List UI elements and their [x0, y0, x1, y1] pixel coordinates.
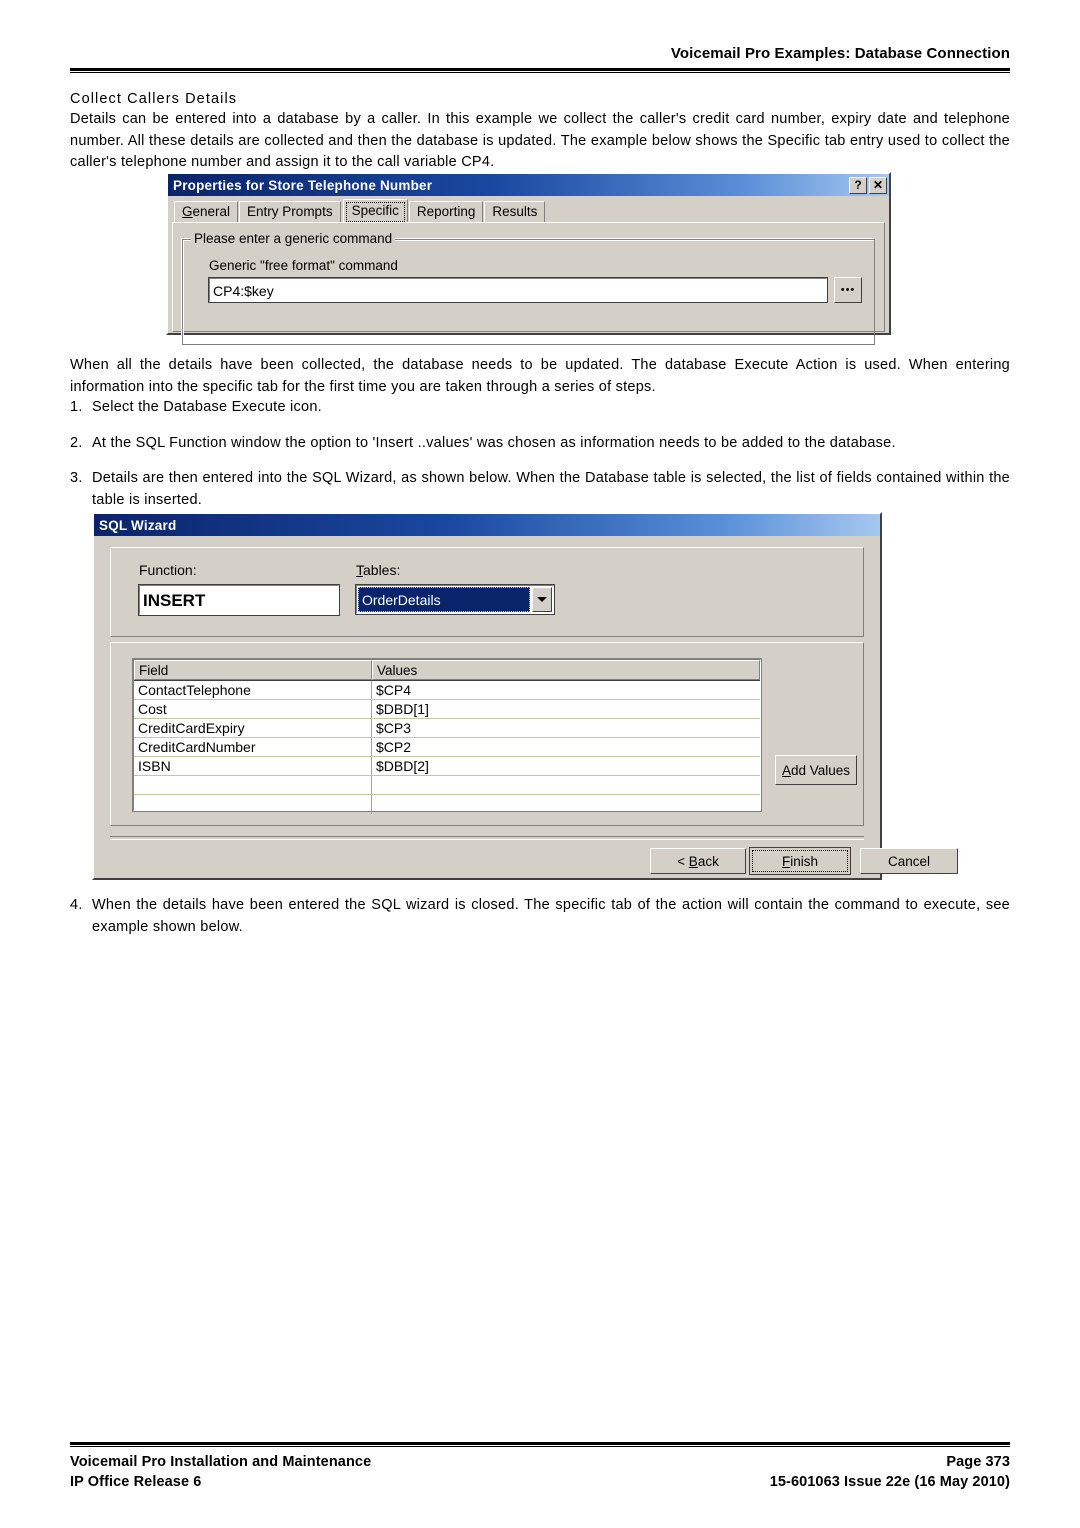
browse-button[interactable]: •••: [834, 277, 862, 303]
step-number: 4.: [70, 897, 83, 913]
section-heading: Collect Callers Details: [70, 91, 238, 107]
list-item: 3. Details are then entered into the SQL…: [70, 468, 1010, 511]
table-row[interactable]: CreditCardNumber $CP2: [134, 738, 760, 757]
add-values-button[interactable]: Add Values: [775, 755, 857, 785]
generic-command-groupbox: Please enter a generic command Generic "…: [182, 231, 875, 345]
list-item: 1. Select the Database Execute icon.: [70, 397, 1010, 419]
button-separator: [110, 836, 864, 840]
sql-wizard-title: SQL Wizard: [99, 517, 177, 533]
header-rule: [70, 68, 1010, 73]
list-item: 2. At the SQL Function window the option…: [70, 433, 1010, 455]
fields-values-grid[interactable]: Field Values ContactTelephone $CP4 Cost …: [132, 658, 762, 814]
cancel-button[interactable]: Cancel: [860, 848, 958, 874]
tab-focus-ring: [345, 202, 405, 222]
tables-label: Tables:: [356, 562, 401, 578]
step-number: 3.: [70, 470, 83, 486]
page-header: Voicemail Pro Examples: Database Connect…: [70, 44, 1010, 73]
cell-value[interactable]: [372, 795, 760, 814]
chevron-down-icon[interactable]: [532, 587, 552, 612]
generic-command-input[interactable]: CP4:$key: [208, 277, 828, 303]
table-row[interactable]: ISBN $DBD[2]: [134, 757, 760, 776]
cell-value[interactable]: [372, 776, 760, 794]
specific-tab-page: Please enter a generic command Generic "…: [172, 222, 885, 345]
after-dialog-paragraph: When all the details have been collected…: [70, 357, 1010, 395]
chevron-down-glyph: [537, 597, 547, 602]
finish-focus-ring: [752, 850, 848, 872]
generic-command-field-label: Generic "free format" command: [209, 258, 398, 273]
help-icon[interactable]: ?: [849, 176, 867, 194]
table-row[interactable]: Cost $DBD[1]: [134, 700, 760, 719]
step-text: When the details have been entered the S…: [92, 897, 1010, 935]
step-text: Details are then entered into the SQL Wi…: [92, 470, 1010, 508]
cell-value[interactable]: $DBD[2]: [372, 757, 760, 775]
tab-general[interactable]: General: [174, 201, 239, 222]
table-row[interactable]: CreditCardExpiry $CP3: [134, 719, 760, 738]
footer-right-line2: 15-601063 Issue 22e (16 May 2010): [769, 1474, 1010, 1490]
tab-results[interactable]: Results: [484, 201, 546, 222]
step4-list: 4. When the details have been entered th…: [70, 895, 1010, 952]
close-icon[interactable]: ✕: [869, 176, 887, 194]
tab-entry-prompts[interactable]: Entry Prompts: [239, 201, 341, 222]
finish-button[interactable]: Finish: [749, 847, 851, 875]
cell-field[interactable]: [134, 776, 372, 794]
footer-right-line1: Page 373: [946, 1454, 1010, 1470]
footer-row-1: Voicemail Pro Installation and Maintenan…: [70, 1452, 1010, 1472]
fields-panel: Field Values ContactTelephone $CP4 Cost …: [110, 642, 864, 826]
step-text: At the SQL Function window the option to…: [92, 434, 896, 451]
header-title: Voicemail Pro Examples: Database Connect…: [670, 45, 1010, 62]
list-item: 4. When the details have been entered th…: [70, 895, 1010, 938]
column-header-field[interactable]: Field: [134, 660, 372, 680]
properties-dialog-titlebar[interactable]: Properties for Store Telephone Number ? …: [168, 174, 889, 196]
table-row[interactable]: ContactTelephone $CP4: [134, 681, 760, 700]
cell-field[interactable]: CreditCardNumber: [134, 738, 372, 756]
tab-general-label: eneral: [192, 204, 231, 219]
step-number: 1.: [70, 399, 83, 415]
cell-field[interactable]: [134, 795, 372, 814]
step-number: 2.: [70, 434, 83, 451]
table-row[interactable]: [134, 795, 760, 814]
properties-tabstrip[interactable]: General Entry Prompts Specific Reporting…: [168, 196, 889, 222]
cell-field[interactable]: ContactTelephone: [134, 681, 372, 699]
footer-left-line2: IP Office Release 6: [70, 1474, 202, 1490]
cell-value[interactable]: $CP2: [372, 738, 760, 756]
back-label-rest: ack: [697, 853, 719, 869]
command-input-row: CP4:$key •••: [208, 277, 862, 303]
function-tables-panel: Function: INSERT Tables: OrderDetails: [110, 547, 864, 637]
add-values-label: dd Values: [790, 762, 851, 778]
function-input[interactable]: INSERT: [138, 584, 340, 616]
cell-value[interactable]: $CP3: [372, 719, 760, 737]
footer-rule: [70, 1442, 1010, 1447]
cell-value[interactable]: $DBD[1]: [372, 700, 760, 718]
tables-selected-value[interactable]: OrderDetails: [358, 587, 530, 612]
table-header-row: Field Values: [134, 660, 760, 681]
sql-wizard-titlebar[interactable]: SQL Wizard: [94, 514, 880, 536]
tables-label-rest: ables:: [363, 562, 401, 578]
cell-value[interactable]: $CP4: [372, 681, 760, 699]
function-label: Function:: [139, 562, 197, 578]
steps-list: 1. Select the Database Execute icon. 2. …: [70, 397, 1010, 525]
properties-dialog[interactable]: Properties for Store Telephone Number ? …: [166, 172, 891, 345]
tab-reporting-label: Reportin: [416, 204, 468, 219]
page-footer: Voicemail Pro Installation and Maintenan…: [70, 1442, 1010, 1492]
intro-paragraph: Details can be entered into a database b…: [70, 111, 1010, 170]
back-label: <: [677, 853, 689, 869]
generic-command-legend: Please enter a generic command: [191, 231, 396, 246]
properties-dialog-title: Properties for Store Telephone Number: [173, 177, 433, 193]
sql-wizard-dialog[interactable]: SQL Wizard Function: INSERT Tables: Orde…: [92, 512, 958, 880]
cell-field[interactable]: ISBN: [134, 757, 372, 775]
footer-left-line1: Voicemail Pro Installation and Maintenan…: [70, 1454, 372, 1470]
tab-reporting[interactable]: Reporting: [408, 201, 484, 222]
tab-results-label: Results: [492, 204, 538, 219]
cell-field[interactable]: CreditCardExpiry: [134, 719, 372, 737]
cell-field[interactable]: Cost: [134, 700, 372, 718]
table-row[interactable]: [134, 776, 760, 795]
tab-specific[interactable]: Specific: [342, 199, 408, 222]
column-header-values[interactable]: Values: [372, 660, 760, 680]
tables-combobox[interactable]: OrderDetails: [355, 584, 555, 615]
tab-entry-prompts-label: Entry Prompts: [247, 204, 333, 219]
back-button[interactable]: < Back: [650, 848, 746, 874]
step-text: Select the Database Execute icon.: [92, 399, 322, 415]
footer-row-2: IP Office Release 6 15-601063 Issue 22e …: [70, 1472, 1010, 1492]
